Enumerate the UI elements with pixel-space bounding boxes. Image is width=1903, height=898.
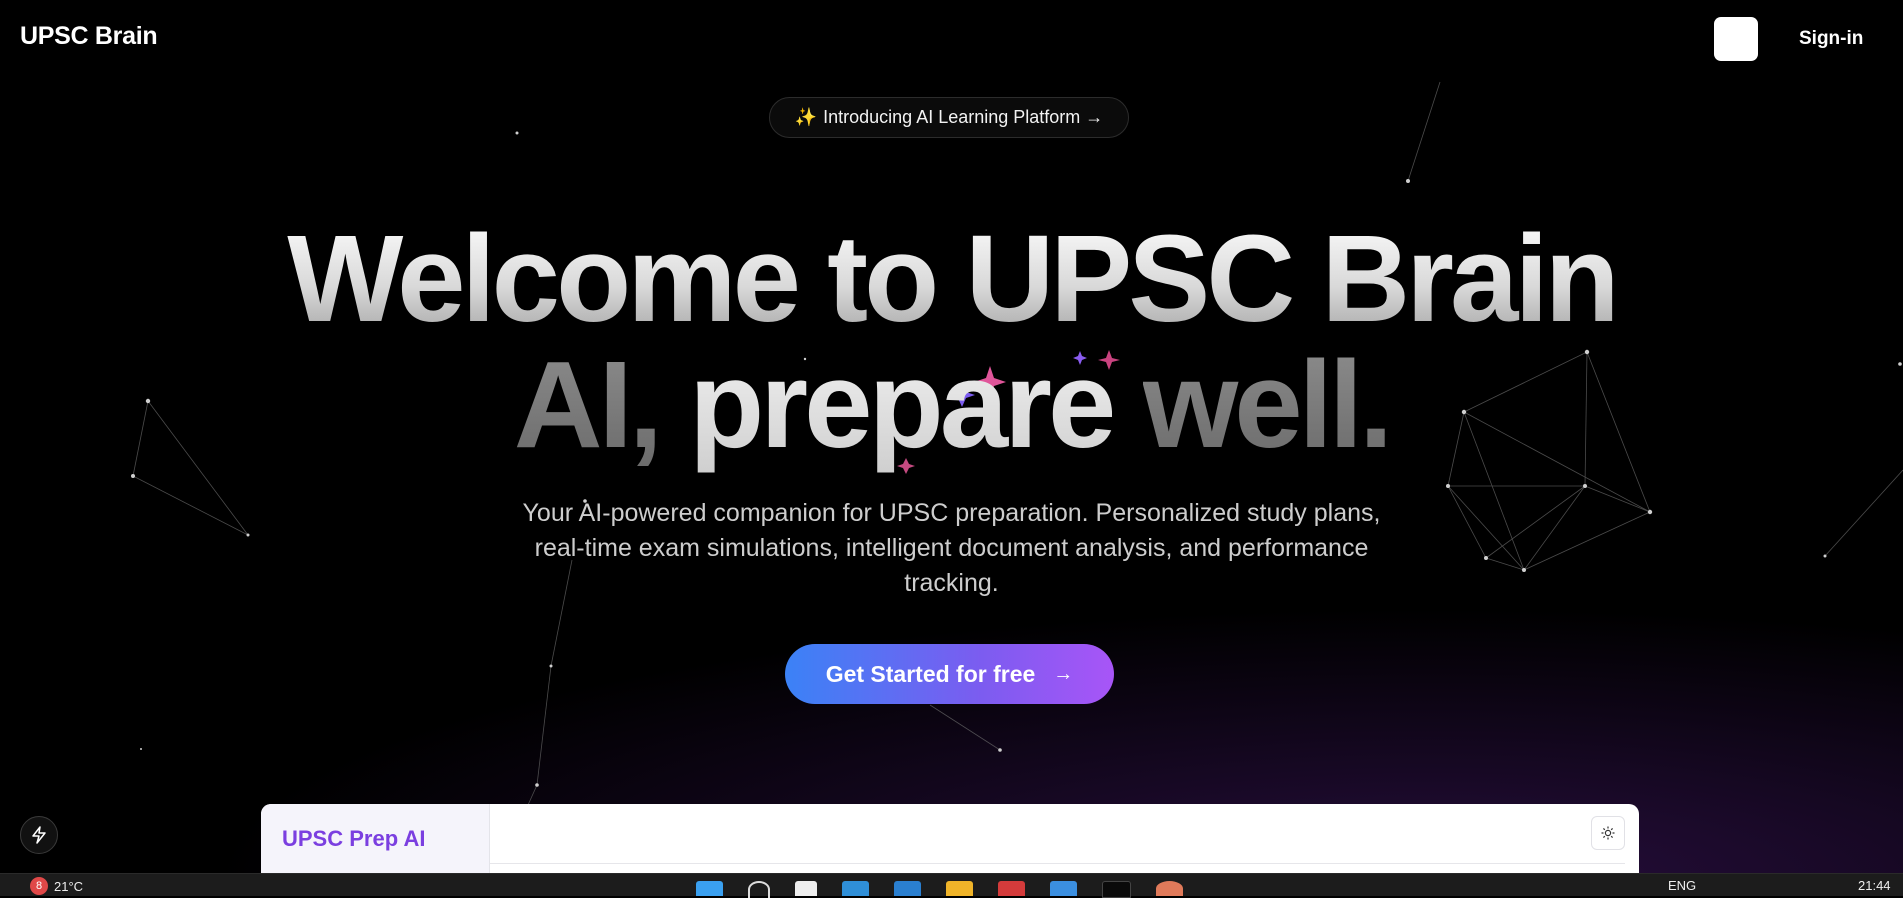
store-app-icon[interactable]	[1050, 881, 1077, 896]
weather-widget[interactable]: 8 21°C	[30, 877, 83, 895]
hero-title-prepare: prepare	[689, 337, 1116, 474]
edge-app-icon[interactable]	[842, 881, 869, 896]
sun-icon[interactable]	[1591, 816, 1625, 850]
vscode-app-icon[interactable]	[894, 881, 921, 896]
hero-subtitle: Your AI-powered companion for UPSC prepa…	[522, 499, 1381, 597]
hero-title-line-2: AI, prepare well.	[0, 344, 1903, 467]
arrow-right-icon: →	[1053, 662, 1074, 685]
hero-title-well: well.	[1142, 337, 1394, 474]
hero-title-text: Welcome to UPSC Brain	[287, 211, 1620, 348]
announcement-pill[interactable]: ✨ Introducing AI Learning Platform →	[769, 97, 1129, 138]
get-started-button[interactable]: Get Started for free →	[785, 644, 1114, 704]
preview-header-divider	[490, 863, 1625, 864]
taskbar-apps	[696, 881, 1183, 898]
temperature-label: 21°C	[54, 878, 84, 894]
os-taskbar: 8 21°C ENG 21:44	[0, 873, 1903, 898]
bolt-icon[interactable]	[20, 816, 58, 854]
signin-link[interactable]: Sign-in	[1799, 28, 1863, 50]
clock[interactable]: 21:44	[1858, 878, 1891, 893]
get-started-label: Get Started for free	[825, 660, 1036, 687]
brand-logo[interactable]: UPSC Brain	[20, 22, 158, 51]
language-indicator[interactable]: ENG	[1668, 878, 1696, 893]
preview-title[interactable]: UPSC Prep AI	[282, 826, 425, 852]
hero-title-ai: AI,	[513, 337, 663, 474]
profile-app-icon[interactable]	[1156, 881, 1183, 896]
chrome-app-icon[interactable]	[998, 881, 1025, 896]
task-view-icon[interactable]	[795, 881, 817, 896]
terminal-app-icon[interactable]	[1102, 881, 1131, 898]
windows-start-icon[interactable]	[696, 881, 723, 896]
nav-blank-button[interactable]	[1714, 17, 1758, 61]
search-icon[interactable]	[748, 881, 770, 898]
file-explorer-icon[interactable]	[946, 881, 973, 896]
hero-title-line-1: Welcome to UPSC Brain	[0, 218, 1903, 341]
announcement-label: Introducing AI Learning Platform →	[823, 107, 1104, 127]
notification-badge: 8	[30, 877, 48, 895]
sparkles-icon: ✨	[794, 107, 818, 127]
